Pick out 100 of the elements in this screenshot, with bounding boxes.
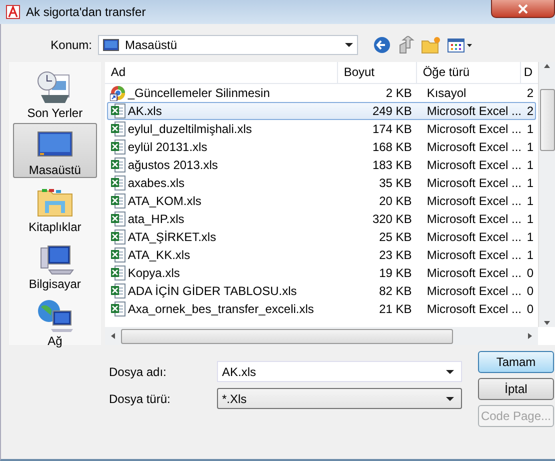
file-type: Microsoft Excel ...: [426, 212, 523, 226]
file-name: eylul_duzeltilmişhali.xls: [128, 122, 252, 136]
table-cell-text: 1: [526, 176, 535, 190]
file-type: Microsoft Excel ...: [426, 248, 523, 262]
file-type: Microsoft Excel ...: [426, 104, 523, 118]
place-item[interactable]: Masaüstü: [12, 123, 97, 178]
file-row[interactable]: eylül 20131.xls 168 KB Microsoft Excel ... 1: [106, 138, 536, 156]
table-cell-text: 1: [526, 230, 535, 244]
file-size: 23 KB: [378, 248, 413, 262]
place-item[interactable]: Son Yerler: [12, 66, 97, 121]
file-size: 249 KB: [371, 104, 413, 118]
file-type: Kısayol: [426, 86, 468, 100]
table-cell-text: 1: [526, 194, 535, 208]
file-type: Microsoft Excel ...: [426, 176, 523, 190]
file-type: Microsoft Excel ...: [426, 284, 523, 298]
file-name: axabes.xls: [128, 176, 185, 190]
table-cell-text: 0: [526, 302, 535, 316]
spreadsheet-file-icon: [110, 175, 126, 191]
file-type: Microsoft Excel ...: [426, 140, 523, 154]
file-size: 25 KB: [378, 230, 413, 244]
file-name: Axa_ornek_bes_transfer_exceli.xls: [128, 302, 314, 316]
file-name: ata_HP.xls: [128, 212, 184, 226]
file-name-field[interactable]: AK.xls: [217, 361, 462, 382]
caret-icon: [445, 368, 455, 374]
dialog-button[interactable]: İptal: [478, 378, 554, 400]
shortcut-icon: [110, 85, 126, 101]
file-name: ağustos 2013.xls: [128, 158, 218, 172]
scroll-down-icon[interactable]: [543, 319, 552, 327]
file-type-label: Dosya türü:: [108, 392, 172, 406]
file-name: ATA_KOM.xls: [128, 194, 202, 208]
file-type-dropdown[interactable]: *.Xls: [217, 388, 462, 409]
close-icon: [518, 4, 528, 14]
table-cell-text: 1: [526, 248, 535, 262]
close-button[interactable]: [491, 0, 555, 18]
file-size: 82 KB: [378, 284, 413, 298]
view-menu-icon[interactable]: [447, 37, 473, 53]
place-item[interactable]: Bilgisayar: [12, 237, 97, 292]
scroll-right-icon[interactable]: [526, 332, 534, 340]
table-cell-text: 1: [526, 158, 535, 172]
scrollbar-thumb[interactable]: [540, 88, 555, 150]
spreadsheet-file-icon: [110, 211, 126, 227]
file-type: Microsoft Excel ...: [426, 158, 523, 172]
file-row[interactable]: Axa_ornek_bes_transfer_exceli.xls 21 KB Microsoft Excel ... 0: [106, 300, 536, 318]
table-cell-text: 0: [526, 266, 535, 280]
file-row[interactable]: axabes.xls 35 KB Microsoft Excel ... 1: [106, 174, 536, 192]
file-size: 183 KB: [371, 158, 413, 172]
spreadsheet-file-icon: [110, 301, 126, 317]
file-size: 35 KB: [378, 176, 413, 190]
file-row[interactable]: ADA İÇİN GİDER TABLOSU.xls 82 KB Microsoft Excel ... 0: [106, 282, 536, 300]
column-header[interactable]: Boyut: [338, 62, 417, 83]
file-row[interactable]: ATA_KK.xls 23 KB Microsoft Excel ... 1: [106, 246, 536, 264]
file-size: 21 KB: [378, 302, 413, 316]
place-item[interactable]: Ağ: [12, 294, 97, 349]
file-type: Microsoft Excel ...: [426, 266, 523, 280]
column-header[interactable]: D: [520, 62, 538, 83]
spreadsheet-file-icon: [110, 229, 126, 245]
file-size: 2 KB: [384, 86, 413, 100]
back-icon[interactable]: [373, 36, 391, 54]
location-dropdown[interactable]: Masaüstü: [98, 35, 358, 55]
column-header[interactable]: Ad: [104, 62, 338, 83]
spreadsheet-file-icon: [110, 193, 126, 209]
table-cell-text: 2: [526, 104, 535, 118]
table-cell-text: 1: [526, 212, 535, 226]
file-type: Microsoft Excel ...: [426, 230, 523, 244]
file-row[interactable]: ATA_KOM.xls 20 KB Microsoft Excel ... 1: [106, 192, 536, 210]
table-cell-text: 2: [526, 86, 535, 100]
spreadsheet-file-icon: [110, 157, 126, 173]
file-row[interactable]: Kopya.xls 19 KB Microsoft Excel ... 0: [106, 264, 536, 282]
dialog-button[interactable]: Tamam: [478, 351, 554, 373]
file-name: AK.xls: [128, 104, 162, 118]
file-row[interactable]: _Güncellemeler Silinmesin 2 KB Kısayol 2: [106, 84, 536, 102]
desktop-icon: [103, 39, 119, 51]
file-name: _Güncellemeler Silinmesin: [128, 86, 270, 100]
table-cell-text: 1: [526, 140, 535, 154]
spreadsheet-file-icon: [110, 121, 126, 137]
scrollbar-thumb[interactable]: [120, 328, 453, 344]
caret-icon: [445, 396, 455, 402]
file-row[interactable]: ata_HP.xls 320 KB Microsoft Excel ... 1: [106, 210, 536, 228]
file-name-label: Dosya adı:: [108, 364, 168, 378]
horizontal-scrollbar[interactable]: [104, 327, 538, 345]
scroll-up-icon[interactable]: [543, 62, 552, 70]
file-row[interactable]: eylul_duzeltilmişhali.xls 174 KB Microsoft Excel ... 1: [106, 120, 536, 138]
scroll-left-icon[interactable]: [108, 332, 117, 340]
spreadsheet-file-icon: [110, 139, 126, 155]
place-item[interactable]: Kitaplıklar: [12, 180, 97, 235]
spreadsheet-file-icon: [110, 247, 126, 263]
file-size: 168 KB: [371, 140, 413, 154]
file-size: 174 KB: [371, 122, 413, 136]
file-name: eylül 20131.xls: [128, 140, 208, 154]
file-name: ATA_ŞİRKET.xls: [128, 230, 216, 244]
file-row[interactable]: AK.xls 249 KB Microsoft Excel ... 2: [106, 102, 536, 120]
vertical-scrollbar[interactable]: [538, 62, 555, 327]
location-label: Konum:: [50, 38, 93, 52]
file-size: 320 KB: [371, 212, 413, 226]
file-name: ATA_KK.xls: [128, 248, 190, 262]
file-row[interactable]: ağustos 2013.xls 183 KB Microsoft Excel ... 1: [106, 156, 536, 174]
table-cell-text: 0: [526, 284, 535, 298]
up-arrow-icon[interactable]: [397, 36, 415, 54]
column-header[interactable]: Öğe türü: [416, 62, 521, 83]
file-row[interactable]: ATA_ŞİRKET.xls 25 KB Microsoft Excel ... 1: [106, 228, 536, 246]
